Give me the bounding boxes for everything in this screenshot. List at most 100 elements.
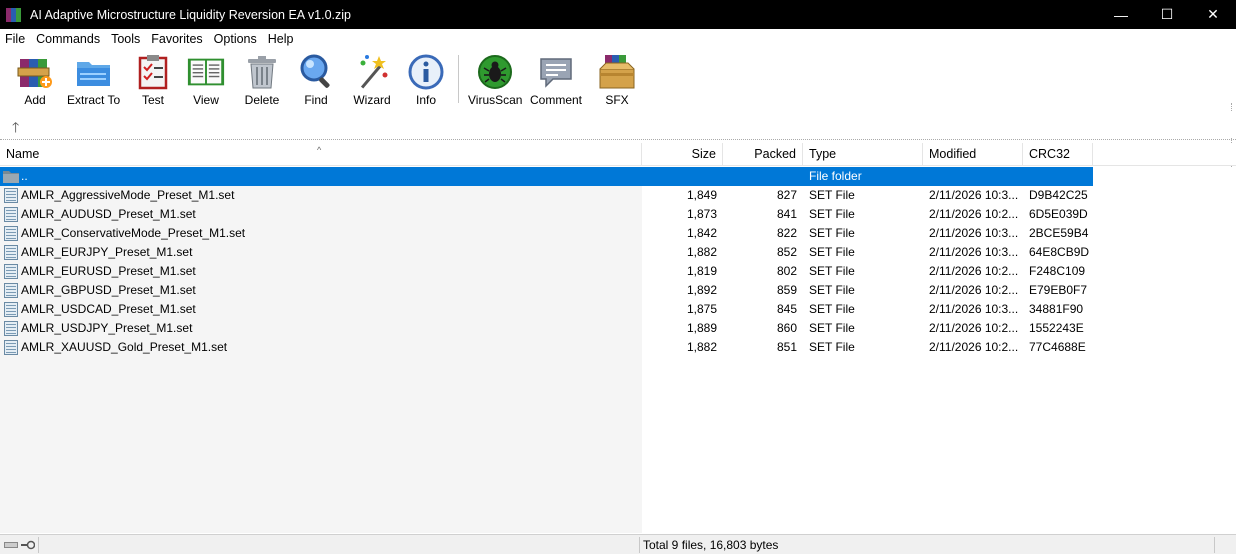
parent-folder-name: .. [21,169,28,183]
set-file-icon [4,207,18,222]
file-row[interactable]: AMLR_GBPUSD_Preset_M1.set 1,892 859 SET Fil… [0,281,1093,300]
minimize-button[interactable]: — [1098,0,1144,29]
add-button[interactable]: Add [15,53,55,109]
file-type: SET File [809,226,855,240]
file-name: AMLR_EURUSD_Preset_M1.set [21,264,196,278]
file-row[interactable]: AMLR_USDJPY_Preset_M1.set 1,889 860 SET Fil… [0,319,1093,338]
file-packed: 859 [776,283,797,297]
file-name: AMLR_GBPUSD_Preset_M1.set [21,283,196,297]
menu-help[interactable]: Help [263,29,300,49]
key-icon[interactable] [21,539,35,551]
column-crc32[interactable]: CRC32 [1023,143,1093,166]
file-type: SET File [809,340,855,354]
set-file-icon [4,283,18,298]
file-size: 1,842 [686,226,717,240]
file-row[interactable]: AMLR_ConservativeMode_Preset_M1.set 1,842… [0,224,1093,243]
title-bar: AI Adaptive Microstructure Liquidity Rev… [0,0,1236,29]
file-crc32: 1552243E [1029,321,1084,335]
add-label: Add [24,93,46,107]
close-button[interactable]: ✕ [1190,0,1236,29]
set-file-icon [4,245,18,260]
winrar-app-icon[interactable] [6,7,22,23]
file-name: AMLR_EURJPY_Preset_M1.set [21,245,193,259]
file-name: AMLR_AUDUSD_Preset_M1.set [21,207,196,221]
file-size: 1,882 [686,245,717,259]
menu-favorites[interactable]: Favorites [146,29,208,49]
window-title: AI Adaptive Microstructure Liquidity Rev… [30,7,351,22]
find-button[interactable]: Find [296,53,336,109]
folder-up-icon [3,171,19,183]
test-button[interactable]: Test [133,53,173,109]
menu-tools[interactable]: Tools [106,29,146,49]
file-row[interactable]: AMLR_USDCAD_Preset_M1.set 1,875 845 SET Fil… [0,300,1093,319]
column-header: Name ^ Size Packed Type Modified CRC32 [0,143,1236,166]
file-size: 1,873 [686,207,717,221]
file-crc32: 34881F90 [1029,302,1084,316]
magnifier-icon [296,53,336,91]
file-modified: 2/11/2026 10:3... [929,245,1019,259]
file-crc32: 6D5E039D [1029,207,1088,221]
wizard-button[interactable]: Wizard [352,53,392,109]
virusscan-button[interactable]: VirusScan [468,53,522,109]
file-size: 1,882 [686,340,717,354]
file-packed: 822 [776,226,797,240]
checklist-icon [133,53,173,91]
file-size: 1,819 [686,264,717,278]
menu-bar: File Commands Tools Favorites Options He… [0,29,1236,49]
add-books-icon [15,53,55,91]
file-type: SET File [809,264,855,278]
parent-folder-type: File folder [809,169,862,183]
comment-button[interactable]: Comment [530,53,582,109]
file-crc32: E79EB0F7 [1029,283,1088,297]
file-packed: 841 [776,207,797,221]
sfx-button[interactable]: SFX [597,53,637,109]
column-modified[interactable]: Modified [923,143,1023,166]
delete-button[interactable]: Delete [242,53,282,109]
wizard-label: Wizard [353,93,391,107]
set-file-icon [4,226,18,241]
extract-to-button[interactable]: Extract To [67,53,120,109]
up-arrow-icon[interactable]: 🡑 [12,117,19,141]
file-packed: 851 [776,340,797,354]
file-row[interactable]: AMLR_EURJPY_Preset_M1.set 1,882 852 SET Fil… [0,243,1093,262]
column-name[interactable]: Name ^ [0,143,642,166]
file-modified: 2/11/2026 10:2... [929,283,1019,297]
set-file-icon [4,302,18,317]
column-size[interactable]: Size [642,143,723,166]
status-total: Total 9 files, 16,803 bytes [643,538,779,552]
file-name: AMLR_ConservativeMode_Preset_M1.set [21,226,246,240]
column-type[interactable]: Type [803,143,923,166]
address-bar: 🡑 [0,112,1236,138]
file-modified: 2/11/2026 10:2... [929,264,1019,278]
file-row[interactable]: AMLR_EURUSD_Preset_M1.set 1,819 802 SET Fil… [0,262,1093,281]
toolbar: Add Extract To Test View Delete Find Wiz… [0,49,1236,187]
toolbar-divider [0,139,1236,140]
delete-label: Delete [244,93,280,107]
set-file-icon [4,188,18,203]
menu-options[interactable]: Options [209,29,263,49]
file-type: SET File [809,207,855,221]
toolbar-separator [458,55,459,103]
parent-folder-row[interactable]: .. File folder [0,167,1093,186]
set-file-icon [4,340,18,355]
file-name: AMLR_XAUUSD_Gold_Preset_M1.set [21,340,228,354]
menu-commands[interactable]: Commands [31,29,106,49]
status-bar: Total 9 files, 16,803 bytes [0,534,1236,554]
view-label: View [193,93,219,107]
file-row[interactable]: AMLR_AggressiveMode_Preset_M1.set 1,849 82… [0,186,1093,205]
file-crc32: F248C109 [1029,264,1086,278]
file-crc32: 2BCE59B4 [1029,226,1089,240]
maximize-button[interactable]: ☐ [1144,0,1190,29]
drive-icon[interactable] [4,539,18,551]
file-row[interactable]: AMLR_AUDUSD_Preset_M1.set 1,873 841 SET Fil… [0,205,1093,224]
file-size: 1,875 [686,302,717,316]
menu-file[interactable]: File [0,29,31,49]
file-modified: 2/11/2026 10:3... [929,188,1019,202]
set-file-icon [4,321,18,336]
view-button[interactable]: View [186,53,226,109]
file-packed: 845 [776,302,797,316]
set-file-icon [4,264,18,279]
info-button[interactable]: Info [406,53,446,109]
column-packed[interactable]: Packed [723,143,803,166]
file-row[interactable]: AMLR_XAUUSD_Gold_Preset_M1.set 1,882 851 SE… [0,338,1093,357]
